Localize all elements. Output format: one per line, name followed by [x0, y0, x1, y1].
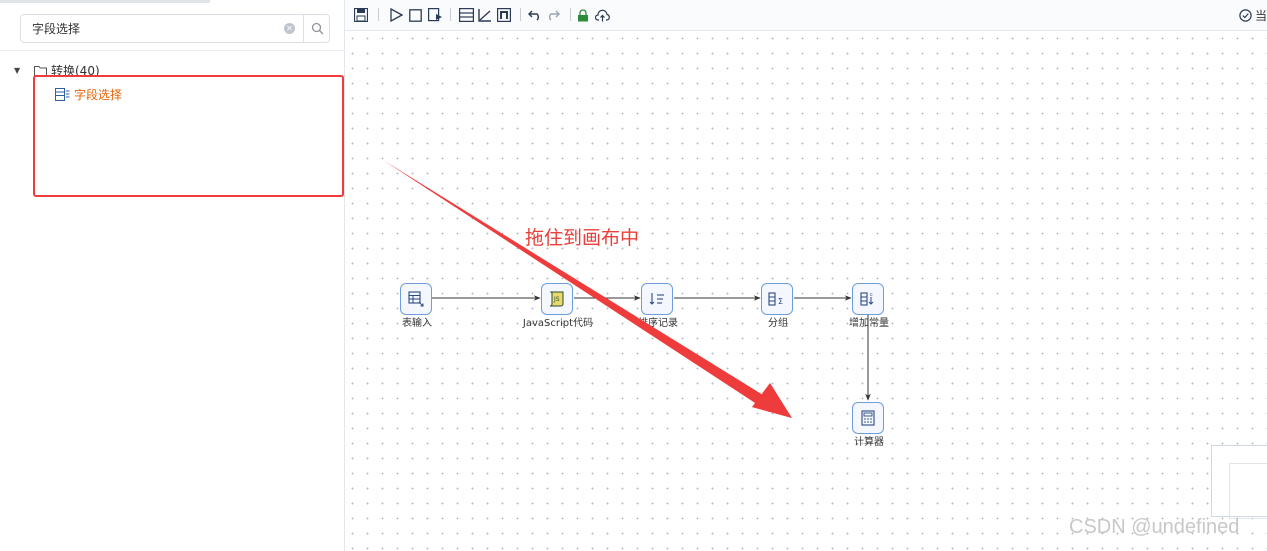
- clear-icon[interactable]: ✕: [284, 23, 295, 34]
- upload-icon[interactable]: [594, 7, 610, 23]
- stop-icon[interactable]: [407, 7, 423, 23]
- node-group-by[interactable]: Σ: [761, 283, 793, 315]
- node-label: 表输入: [402, 318, 432, 329]
- toolbar-separator: [378, 8, 379, 21]
- search-box: ✕: [20, 14, 330, 43]
- toolbar-separator: [520, 8, 521, 21]
- toolbar-right[interactable]: 当: [1239, 7, 1267, 23]
- divider: [0, 50, 344, 51]
- minimap-panel[interactable]: [1211, 445, 1267, 519]
- node-table-input[interactable]: [400, 283, 432, 315]
- svg-text:c: c: [870, 292, 873, 298]
- search-input[interactable]: [21, 15, 276, 42]
- layout-icon[interactable]: [496, 7, 512, 23]
- folder-icon: [34, 65, 47, 76]
- search-icon: [311, 22, 323, 35]
- annotation-text: 拖住到画布中: [525, 227, 640, 249]
- run-icon[interactable]: [388, 7, 404, 23]
- design-canvas[interactable]: [345, 31, 1267, 551]
- node-add-constants[interactable]: c: [852, 283, 884, 315]
- toolbar-separator: [570, 8, 571, 21]
- caret-down-icon[interactable]: ▼: [14, 66, 24, 75]
- search-button[interactable]: [303, 14, 330, 43]
- toolbar-separator: [450, 8, 451, 21]
- table-input-icon: [408, 291, 424, 307]
- node-calculator[interactable]: [852, 402, 884, 434]
- node-label: JavaScript代码: [522, 318, 594, 329]
- svg-text:JS: JS: [553, 296, 560, 303]
- toolbar: 当: [345, 0, 1267, 31]
- javascript-icon: JS: [549, 291, 564, 307]
- node-label: 增加常量: [849, 318, 889, 329]
- lock-icon[interactable]: [576, 7, 590, 23]
- add-constant-icon: c: [860, 292, 874, 306]
- align-icon[interactable]: [458, 7, 474, 23]
- save-icon[interactable]: [353, 7, 369, 23]
- node-label: 分组: [768, 318, 788, 329]
- check-circle-icon: [1239, 8, 1252, 22]
- preview-icon[interactable]: [427, 7, 443, 23]
- toolbar-right-label: 当: [1254, 8, 1267, 23]
- minimap-viewport[interactable]: [1229, 463, 1267, 519]
- svg-text:Σ: Σ: [778, 297, 783, 306]
- redo-icon[interactable]: [545, 7, 561, 23]
- node-label: 计算器: [854, 437, 884, 448]
- sort-icon: [649, 293, 664, 305]
- top-strip: [0, 0, 344, 3]
- node-label: 排序记录: [638, 318, 678, 329]
- node-javascript[interactable]: JS: [541, 283, 573, 315]
- undo-icon[interactable]: [527, 7, 543, 23]
- group-sum-icon: Σ: [768, 292, 783, 306]
- watermark: CSDN @undefined: [1069, 516, 1240, 538]
- highlight-box: [33, 75, 344, 197]
- distribute-icon[interactable]: [477, 7, 493, 23]
- node-sort-rows[interactable]: [641, 283, 673, 315]
- calculator-icon: [861, 410, 875, 426]
